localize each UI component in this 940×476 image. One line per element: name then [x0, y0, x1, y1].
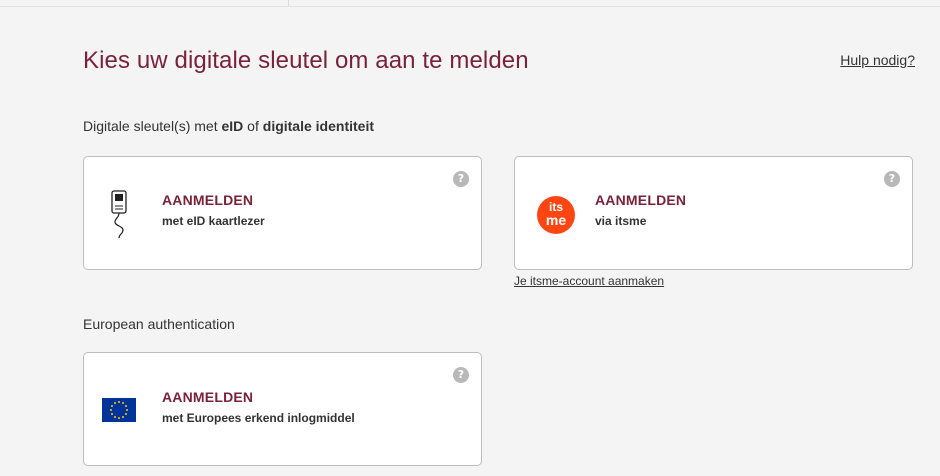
- login-europe-card[interactable]: ? AANMELDEN met Europees erkend inlogmid…: [83, 352, 482, 466]
- card-subtitle: met eID kaartlezer: [162, 214, 265, 228]
- section-label-eid-bold: eID: [221, 118, 244, 134]
- card-reader-icon: [109, 190, 131, 247]
- section-label-prefix: Digitale sleutel(s) met: [83, 118, 222, 134]
- login-itsme-card[interactable]: ? its me AANMELDEN via itsme: [514, 156, 913, 270]
- login-eid-card[interactable]: ? AANMELDEN met eID kaartlezer: [83, 156, 482, 270]
- card-subtitle: met Europees erkend inlogmiddel: [162, 411, 355, 425]
- page-title: Kies uw digitale sleutel om aan te melde…: [83, 47, 529, 74]
- help-icon[interactable]: ?: [453, 367, 469, 383]
- section-label-european: European authentication: [83, 316, 235, 332]
- create-itsme-account-link[interactable]: Je itsme-account aanmaken: [514, 274, 664, 288]
- eu-flag-icon: [102, 398, 136, 427]
- section-label-identity-bold: digitale identiteit: [262, 118, 374, 134]
- top-bar: [0, 0, 940, 7]
- section-label-eid: Digitale sleutel(s) met eID of digitale …: [83, 118, 374, 134]
- card-subtitle: via itsme: [595, 214, 647, 228]
- help-icon[interactable]: ?: [884, 171, 900, 187]
- card-title: AANMELDEN: [162, 389, 254, 405]
- top-bar-divider: [288, 0, 289, 6]
- itsme-logo-bottom: me: [545, 212, 567, 228]
- card-title: AANMELDEN: [162, 192, 254, 208]
- help-link[interactable]: Hulp nodig?: [840, 52, 915, 68]
- help-icon[interactable]: ?: [453, 171, 469, 187]
- itsme-logo: its me: [537, 196, 575, 234]
- section-label-middle: of: [243, 118, 263, 134]
- card-title: AANMELDEN: [595, 192, 687, 208]
